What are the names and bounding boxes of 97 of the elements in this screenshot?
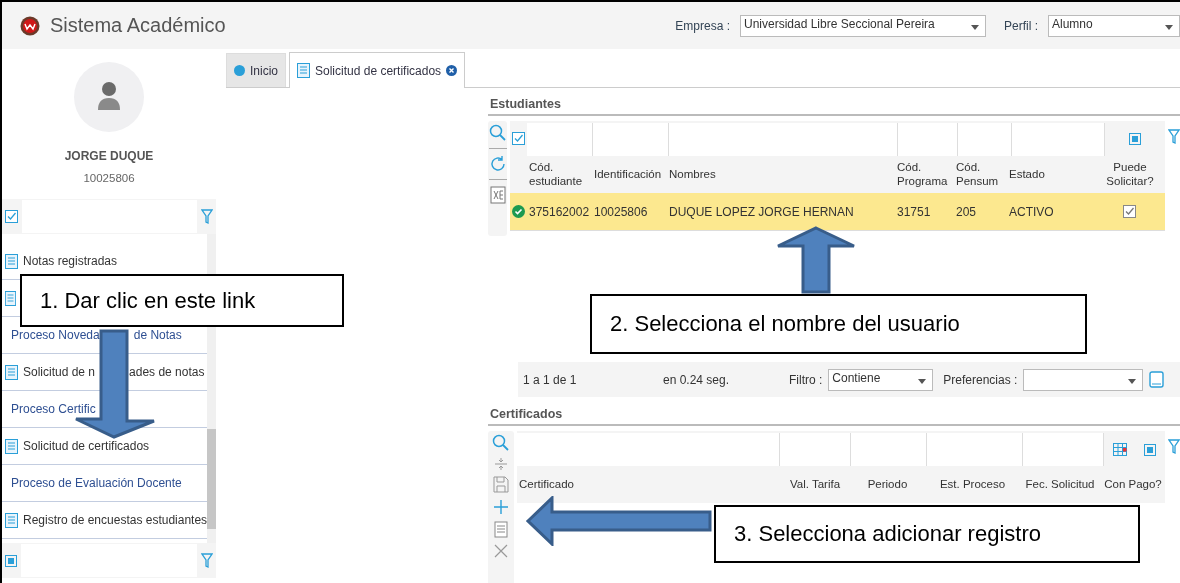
- filter-cell[interactable]: [593, 123, 669, 156]
- callout-note: 1. Dar clic en este link: [20, 274, 344, 327]
- table-cell-text: ACTIVO: [1008, 204, 1055, 219]
- column-header: Certificado: [518, 477, 575, 492]
- section-title: Certificados: [488, 397, 1180, 426]
- checkbox[interactable]: [5, 210, 18, 223]
- filter-cell[interactable]: [927, 433, 1023, 466]
- preferences-label: Preferencias :: [943, 372, 1018, 387]
- filter-icon[interactable]: [201, 208, 213, 225]
- grid-icon[interactable]: [1112, 443, 1127, 456]
- delete-icon[interactable]: [494, 544, 508, 558]
- filter-cell[interactable]: [1023, 433, 1104, 466]
- menu-link[interactable]: Notas registradas: [23, 254, 118, 268]
- menu-link[interactable]: Solicitud de certificados: [23, 439, 150, 453]
- menu-link[interactable]: Proceso Noveda: [11, 328, 100, 342]
- company-label: Empresa :: [675, 18, 730, 33]
- query-time: en 0.24 seg.: [663, 372, 731, 387]
- avatar: [74, 62, 144, 132]
- column-header: Cód. Programa: [896, 161, 949, 188]
- callout-note: 3. Selecciona adicionar registro: [714, 505, 1140, 563]
- document-icon: [5, 438, 18, 454]
- dot-icon: [234, 65, 245, 76]
- expand-collapse-icon[interactable]: [494, 458, 508, 470]
- filter-cell[interactable]: [669, 123, 898, 156]
- filter-label: Filtro :: [789, 372, 823, 387]
- document-icon: [297, 63, 310, 78]
- scrollbar-thumb[interactable]: [207, 429, 216, 529]
- checkbox[interactable]: [512, 132, 525, 145]
- column-header: Val. Tarifa: [788, 477, 842, 492]
- column-toggle-icon[interactable]: [5, 554, 17, 567]
- column-header: Estado: [1008, 167, 1046, 182]
- menu-filter-field[interactable]: [2, 199, 216, 234]
- table-cell-text: 375162002: [528, 204, 591, 219]
- document-icon: [5, 253, 18, 269]
- document-icon[interactable]: [494, 521, 508, 538]
- filter-select[interactable]: Contiene: [828, 368, 934, 391]
- table-cell-text: 205: [955, 204, 978, 219]
- caret-icon: [1165, 24, 1173, 30]
- menu-link[interactable]: Solicitud de n: [23, 365, 96, 379]
- menu-link[interactable]: ades de notas: [129, 365, 205, 379]
- save-icon[interactable]: [493, 476, 509, 493]
- profile-select[interactable]: Alumno: [1048, 14, 1180, 37]
- search-icon[interactable]: [492, 434, 510, 452]
- user-name: JORGE DUQUE: [64, 149, 154, 163]
- menu-link[interactable]: Proceso de Evaluación Docente: [11, 476, 182, 490]
- column-header: Cód. Pensum: [955, 161, 1000, 188]
- filter-cell[interactable]: [780, 433, 851, 466]
- filter-cell[interactable]: [958, 123, 1012, 156]
- app-title: Sistema Académico: [50, 14, 227, 37]
- filter-cell[interactable]: [517, 433, 780, 466]
- column-header: Cód. estudiante: [528, 161, 584, 188]
- table-row[interactable]: 375162002 10025806 DUQUE LOPEZ JORGE HERNAN 31751 205 ACTIVO: [510, 193, 1165, 231]
- tab[interactable]: Inicio: [226, 53, 286, 87]
- filter-cell[interactable]: [851, 433, 927, 466]
- search-icon[interactable]: [488, 124, 507, 142]
- menu-link[interactable]: de Notas: [133, 328, 182, 342]
- callout-note: 2. Selecciona el nombre del usuario: [590, 294, 1087, 354]
- add-icon[interactable]: [493, 499, 509, 515]
- filter-cell[interactable]: [527, 123, 593, 156]
- table-cell-text: 10025806: [593, 204, 649, 219]
- logo: [20, 15, 40, 36]
- preferences-select[interactable]: [1023, 368, 1144, 391]
- refresh-icon[interactable]: [488, 155, 507, 173]
- column-header: Periodo: [866, 477, 909, 492]
- table-cell-text: 31751: [896, 204, 932, 219]
- document-icon: [5, 512, 18, 528]
- column-header: Identificación: [593, 167, 663, 182]
- filter-icon[interactable]: [1168, 129, 1180, 145]
- caret-icon: [971, 24, 979, 30]
- menu-link[interactable]: Registro de encuestas estudiantes: [23, 513, 208, 527]
- column-toggle-icon[interactable]: [1144, 443, 1157, 456]
- close-icon[interactable]: [446, 65, 458, 76]
- filter-icon[interactable]: [201, 552, 213, 569]
- filter-cell[interactable]: [1012, 123, 1105, 156]
- filter-icon[interactable]: [1168, 439, 1180, 455]
- column-header: Con Pago?: [1103, 477, 1163, 492]
- profile-label: Perfil :: [1004, 18, 1038, 33]
- company-select[interactable]: Universidad Libre Seccional Pereira: [740, 14, 986, 37]
- column-toggle-icon[interactable]: [1129, 132, 1141, 145]
- column-header: Fec. Solicitud: [1024, 477, 1096, 492]
- record-count: 1 a 1 de 1: [523, 372, 578, 387]
- document-icon: [5, 364, 18, 380]
- document-icon: [5, 290, 16, 306]
- checkbox[interactable]: [1122, 205, 1136, 218]
- filter-cell[interactable]: [898, 123, 958, 156]
- tab[interactable]: Solicitud de certificados: [289, 52, 466, 88]
- user-id: 10025806: [83, 172, 135, 184]
- caret-icon: [918, 378, 927, 384]
- section-title: Estudiantes: [488, 88, 1180, 116]
- excel-icon[interactable]: [489, 186, 506, 204]
- column-header: Nombres: [668, 167, 717, 182]
- column-header: Est. Proceso: [938, 477, 1007, 492]
- table-cell-text: DUQUE LOPEZ JORGE HERNAN: [668, 204, 855, 219]
- menu-bottom-field[interactable]: [2, 543, 216, 578]
- menu-link[interactable]: Proceso Certific: [11, 402, 96, 416]
- column-header: Puede Solicitar?: [1105, 161, 1155, 188]
- caret-icon: [1128, 378, 1137, 384]
